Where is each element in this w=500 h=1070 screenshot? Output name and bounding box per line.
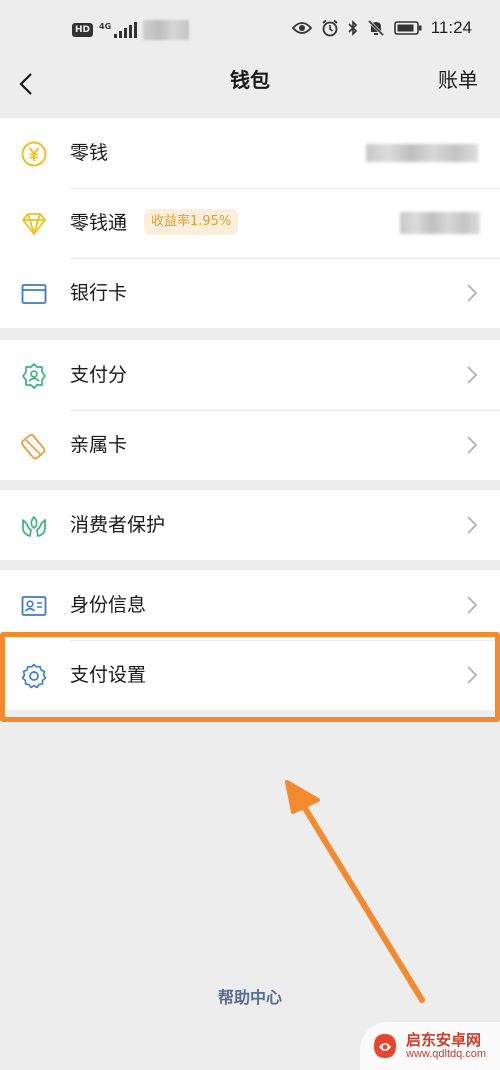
watermark-name: 启东安卓网 [406, 1030, 482, 1049]
watermark-logo-icon [374, 1034, 396, 1058]
watermark-url: www.qdltdq.com [406, 1048, 487, 1061]
watermark: 启东安卓网 www.qdltdq.com [360, 1022, 500, 1070]
help-center-link[interactable]: 帮助中心 [0, 984, 500, 1008]
annotation-arrow [285, 780, 425, 1003]
